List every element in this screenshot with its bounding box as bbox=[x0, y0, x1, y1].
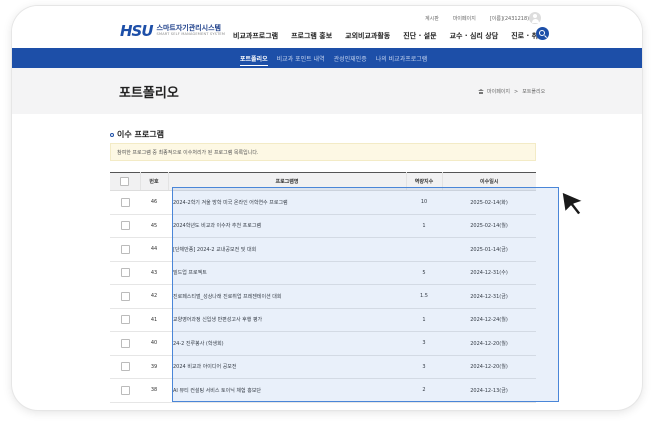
header-program-name: 프로그램명 bbox=[168, 172, 407, 191]
home-icon[interactable] bbox=[478, 89, 484, 94]
bullet-icon bbox=[110, 132, 114, 137]
row-date: 2024-12-31(금) bbox=[442, 284, 536, 309]
row-score: 2 bbox=[406, 378, 442, 403]
row-score: 3 bbox=[406, 355, 442, 379]
row-score: 1 bbox=[406, 308, 442, 332]
table-row[interactable]: 43 빌드업 프로젝트 5 2024-12-31(수) bbox=[110, 261, 536, 285]
row-program-name[interactable]: 2024학년도 비교과 이수자 추천 프로그램 bbox=[168, 214, 406, 238]
row-score: 1 bbox=[406, 214, 442, 238]
row-checkbox[interactable] bbox=[120, 197, 130, 207]
row-date: 2024-12-20(월) bbox=[442, 355, 536, 379]
row-date: 2025-02-14(화) bbox=[442, 190, 536, 215]
main-navigation: 비교과프로그램 프로그램 홍보 교외비교과활동 진단 · 설문 교수 · 심리 … bbox=[233, 31, 557, 41]
breadcrumb: 마이페이지 > 포트폴리오 bbox=[478, 88, 545, 95]
program-table: 번호 프로그램명 역량지수 이수일시 46 2024-2학기 겨울 방학 미국 … bbox=[110, 172, 536, 403]
logo-mark: HSU bbox=[120, 22, 154, 40]
notice-box: 참여한 프로그램 중 최종적으로 이수처리가 된 프로그램 목록입니다. bbox=[110, 143, 536, 161]
site-logo[interactable]: HSU 스마트자기관리시스템 SMART SELF MANAGEMENT SYS… bbox=[120, 22, 225, 40]
util-link-mypage[interactable]: 마이페이지 bbox=[453, 15, 476, 22]
breadcrumb-separator: > bbox=[514, 88, 519, 95]
table-row[interactable]: 41 교양영어과정 신입생 반편성고사 후행 평가 1 2024-12-24(월… bbox=[110, 308, 536, 332]
row-number: 44 bbox=[140, 237, 168, 262]
row-program-name[interactable]: 2024 비교과 아이디어 공모전 bbox=[168, 355, 406, 379]
row-score: 3 bbox=[406, 331, 442, 356]
row-checkbox[interactable] bbox=[120, 338, 130, 348]
row-number: 43 bbox=[140, 261, 168, 285]
subnav-item-portfolio[interactable]: 포트폴리오 bbox=[240, 54, 268, 66]
row-date: 2024-12-20(월) bbox=[442, 331, 536, 356]
section-title: 이수 프로그램 bbox=[110, 129, 164, 140]
logo-title: 스마트자기관리시스템 bbox=[156, 24, 221, 33]
header-number: 번호 bbox=[140, 172, 169, 191]
subnav-item-points[interactable]: 비교과 포인트 내역 bbox=[277, 54, 325, 66]
table-row[interactable]: 44 [단체만종] 2024-2 교내공모전 및 대회 2025-01-14(금… bbox=[110, 237, 536, 262]
top-header: HSU 스마트자기관리시스템 SMART SELF MANAGEMENT SYS… bbox=[12, 6, 642, 48]
table-header-row: 번호 프로그램명 역량지수 이수일시 bbox=[110, 172, 536, 191]
subnav-item-certification[interactable]: 관성인재인증 bbox=[334, 54, 367, 66]
gnb-item-external[interactable]: 교외비교과활동 bbox=[345, 31, 390, 41]
select-all-header bbox=[110, 172, 141, 191]
row-checkbox[interactable] bbox=[120, 221, 130, 231]
mouse-pointer-icon bbox=[561, 191, 584, 216]
select-all-checkbox[interactable] bbox=[120, 177, 130, 186]
row-date: 2025-01-14(금) bbox=[442, 237, 536, 262]
row-date: 2024-12-24(월) bbox=[442, 308, 536, 332]
row-checkbox[interactable] bbox=[120, 291, 130, 301]
util-link-board[interactable]: 계시판 bbox=[425, 15, 439, 22]
gnb-item-counseling[interactable]: 교수 · 심리 상담 bbox=[450, 31, 499, 41]
row-date: 2024-12-31(수) bbox=[442, 261, 536, 285]
row-date: 2024-12-13(금) bbox=[442, 378, 536, 403]
row-checkbox[interactable] bbox=[120, 244, 130, 254]
breadcrumb-mypage[interactable]: 마이페이지 bbox=[487, 88, 510, 95]
table-row[interactable]: 40 24-2 진루봉사 (학생회) 3 2024-12-20(월) bbox=[110, 331, 536, 356]
row-date: 2025-02-14(월) bbox=[442, 214, 536, 238]
row-program-name[interactable]: [단체만종] 2024-2 교내공모전 및 대회 bbox=[168, 237, 406, 262]
row-checkbox[interactable] bbox=[120, 315, 130, 325]
search-icon[interactable] bbox=[536, 27, 549, 40]
user-label: [이름](2431218) bbox=[489, 16, 530, 22]
row-score: 5 bbox=[406, 261, 442, 285]
row-number: 41 bbox=[140, 308, 168, 332]
row-checkbox[interactable] bbox=[120, 362, 130, 372]
row-score: 1.5 bbox=[406, 284, 442, 309]
gnb-item-program[interactable]: 비교과프로그램 bbox=[233, 31, 278, 41]
row-number: 38 bbox=[140, 378, 168, 403]
row-program-name[interactable]: 2024-2학기 겨울 방학 미국 온라인 어학연수 프로그램 bbox=[168, 190, 406, 215]
row-program-name[interactable]: 진로페스티벌_성상나래 진로취업 프레젠테이션 대회 bbox=[168, 284, 406, 309]
row-number: 45 bbox=[140, 214, 168, 238]
user-avatar-icon[interactable] bbox=[529, 12, 541, 24]
row-program-name[interactable]: 24-2 진루봉사 (학생회) bbox=[168, 331, 406, 356]
logo-subtitle: SMART SELF MANAGEMENT SYSTEM bbox=[156, 32, 226, 37]
table-row[interactable]: 39 2024 비교과 아이디어 공모전 3 2024-12-20(월) bbox=[110, 355, 536, 379]
table-row[interactable]: 46 2024-2학기 겨울 방학 미국 온라인 어학연수 프로그램 10 20… bbox=[110, 190, 536, 215]
row-score: 10 bbox=[406, 190, 442, 215]
row-number: 42 bbox=[140, 284, 168, 309]
row-number: 39 bbox=[140, 355, 168, 379]
table-row[interactable]: 45 2024학년도 비교과 이수자 추천 프로그램 1 2025-02-14(… bbox=[110, 214, 536, 238]
row-checkbox[interactable] bbox=[120, 268, 130, 278]
row-checkbox[interactable] bbox=[120, 385, 130, 395]
sub-navigation: 포트폴리오 비교과 포인트 내역 관성인재인증 나의 비교과프로그램 bbox=[12, 48, 642, 68]
row-program-name[interactable]: AI 뷰티 컨설팅 서비스 토이닉 체험 홍보단 bbox=[168, 378, 406, 403]
row-number: 40 bbox=[140, 331, 168, 356]
subnav-item-my-programs[interactable]: 나의 비교과프로그램 bbox=[376, 54, 428, 66]
row-number: 46 bbox=[140, 190, 168, 215]
breadcrumb-current: 포트폴리오 bbox=[522, 89, 546, 95]
utility-links: 계시판 마이페이지 [이름](2431218) bbox=[425, 15, 543, 22]
row-program-name[interactable]: 빌드업 프로젝트 bbox=[168, 261, 406, 285]
page-title: 포트폴리오 bbox=[119, 86, 179, 101]
row-program-name[interactable]: 교양영어과정 신입생 반편성고사 후행 평가 bbox=[168, 308, 406, 332]
row-score bbox=[406, 237, 442, 262]
page-title-bar: 포트폴리오 마이페이지 > 포트폴리오 bbox=[12, 68, 642, 114]
gnb-item-survey[interactable]: 진단 · 설문 bbox=[403, 31, 436, 41]
header-date: 이수일시 bbox=[442, 172, 536, 191]
table-row[interactable]: 38 AI 뷰티 컨설팅 서비스 토이닉 체험 홍보단 2 2024-12-13… bbox=[110, 378, 536, 403]
gnb-item-promotion[interactable]: 프로그램 홍보 bbox=[291, 31, 332, 41]
header-score: 역량지수 bbox=[406, 172, 443, 191]
table-row[interactable]: 42 진로페스티벌_성상나래 진로취업 프레젠테이션 대회 1.5 2024-1… bbox=[110, 284, 536, 309]
